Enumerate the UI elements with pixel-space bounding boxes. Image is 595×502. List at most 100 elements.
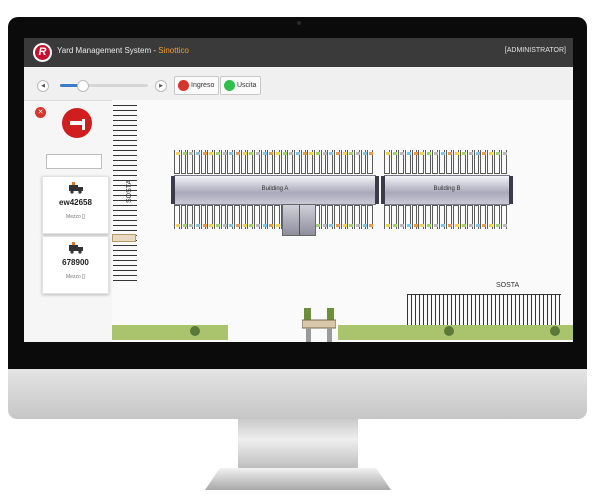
parking-stall[interactable]	[260, 150, 267, 174]
parking-stall[interactable]	[367, 205, 374, 229]
building-a[interactable]: Building A	[171, 175, 379, 205]
zoom-slider[interactable]	[60, 80, 148, 92]
parking-stall[interactable]	[354, 150, 360, 174]
parking-stall[interactable]	[187, 150, 194, 174]
parking-stall[interactable]	[480, 205, 487, 229]
parking-stall[interactable]	[227, 150, 234, 174]
search-input[interactable]	[46, 154, 102, 169]
parking-stall[interactable]	[347, 205, 354, 229]
parking-stall[interactable]	[274, 205, 280, 229]
parking-stall[interactable]	[452, 150, 459, 174]
parking-stall[interactable]	[390, 150, 397, 174]
parking-stall[interactable]	[267, 150, 274, 174]
parking-stall[interactable]	[367, 150, 374, 174]
parking-stall[interactable]	[494, 150, 501, 174]
ingresso-button[interactable]: Ingreso	[174, 76, 220, 95]
brand-logo[interactable]: R	[33, 43, 52, 62]
parking-stall[interactable]	[240, 150, 247, 174]
parking-stall[interactable]	[418, 150, 425, 174]
parking-stall[interactable]	[334, 150, 340, 174]
parking-stall[interactable]	[254, 150, 260, 174]
parking-stall[interactable]	[260, 205, 267, 229]
parking-stall[interactable]	[327, 205, 334, 229]
parking-stall[interactable]	[347, 150, 354, 174]
parking-stall[interactable]	[404, 150, 411, 174]
parking-stall[interactable]	[287, 150, 294, 174]
parking-stall[interactable]	[384, 150, 390, 174]
parking-stall[interactable]	[280, 150, 287, 174]
parking-stall[interactable]	[487, 150, 494, 174]
building-b[interactable]: Building B	[381, 175, 513, 205]
next-button[interactable]: ▶	[155, 80, 167, 92]
parking-stall[interactable]	[418, 205, 425, 229]
parking-stall[interactable]	[320, 205, 327, 229]
main-gate-icon[interactable]	[302, 306, 336, 342]
parking-stall[interactable]	[200, 150, 207, 174]
parking-stall[interactable]	[180, 150, 187, 174]
parking-stall[interactable]	[247, 205, 254, 229]
parking-stall[interactable]	[274, 150, 280, 174]
parking-stall[interactable]	[234, 150, 240, 174]
parking-stall[interactable]	[459, 150, 466, 174]
parking-stall[interactable]	[300, 150, 307, 174]
parking-stall[interactable]	[187, 205, 194, 229]
parking-stall[interactable]	[397, 205, 404, 229]
parking-stall[interactable]	[487, 205, 494, 229]
parking-stall[interactable]	[240, 205, 247, 229]
parking-stall[interactable]	[320, 150, 327, 174]
office-block[interactable]	[282, 204, 316, 236]
parking-stall[interactable]	[220, 150, 227, 174]
parking-stall[interactable]	[194, 205, 200, 229]
close-icon[interactable]: ✕	[35, 107, 46, 118]
parking-stall[interactable]	[267, 205, 274, 229]
user-menu[interactable]: [ADMINISTRATOR]	[505, 47, 566, 54]
parking-stall[interactable]	[459, 205, 466, 229]
parking-stall[interactable]	[334, 205, 340, 229]
parking-stall[interactable]	[480, 150, 487, 174]
parking-stall[interactable]	[207, 150, 214, 174]
parking-stall[interactable]	[340, 205, 347, 229]
parking-stall[interactable]	[307, 150, 314, 174]
parking-stall[interactable]	[501, 150, 508, 174]
parking-stall[interactable]	[360, 205, 367, 229]
parking-stall[interactable]	[207, 205, 214, 229]
parking-stall[interactable]	[473, 205, 480, 229]
parking-stall[interactable]	[227, 205, 234, 229]
parking-stall[interactable]	[411, 205, 418, 229]
parking-stall[interactable]	[439, 205, 446, 229]
parking-stall[interactable]	[390, 205, 397, 229]
parking-stall[interactable]	[494, 205, 501, 229]
parking-stall[interactable]	[432, 150, 439, 174]
parking-stall[interactable]	[466, 150, 473, 174]
parking-stall[interactable]	[254, 205, 260, 229]
uscita-button[interactable]: Uscita	[220, 76, 262, 95]
parking-stall[interactable]	[220, 205, 227, 229]
parking-stall[interactable]	[340, 150, 347, 174]
parking-stall[interactable]	[354, 205, 360, 229]
parking-stall[interactable]	[446, 150, 452, 174]
parking-stall[interactable]	[439, 150, 446, 174]
parking-stall[interactable]	[214, 150, 220, 174]
parking-stall[interactable]	[200, 205, 207, 229]
zoom-slider-handle[interactable]	[77, 80, 89, 92]
parking-stall[interactable]	[425, 150, 432, 174]
parking-stall[interactable]	[432, 205, 439, 229]
parking-stall[interactable]	[384, 205, 390, 229]
parking-stall[interactable]	[404, 205, 411, 229]
parking-stall[interactable]	[314, 150, 320, 174]
entry-gate-marker[interactable]	[112, 234, 136, 242]
parking-stall[interactable]	[214, 205, 220, 229]
parking-stall[interactable]	[425, 205, 432, 229]
prev-button[interactable]: ◀	[37, 80, 49, 92]
parking-stall[interactable]	[294, 150, 300, 174]
parking-stall[interactable]	[452, 205, 459, 229]
parking-stall[interactable]	[234, 205, 240, 229]
parking-stall[interactable]	[473, 150, 480, 174]
parking-stall[interactable]	[501, 205, 508, 229]
vehicle-card[interactable]: ew42658 Mezzo []	[42, 176, 109, 234]
barrier-gate-icon[interactable]	[62, 108, 92, 138]
parking-stall[interactable]	[466, 205, 473, 229]
parking-stall[interactable]	[327, 150, 334, 174]
parking-stall[interactable]	[411, 150, 418, 174]
parking-stall[interactable]	[360, 150, 367, 174]
